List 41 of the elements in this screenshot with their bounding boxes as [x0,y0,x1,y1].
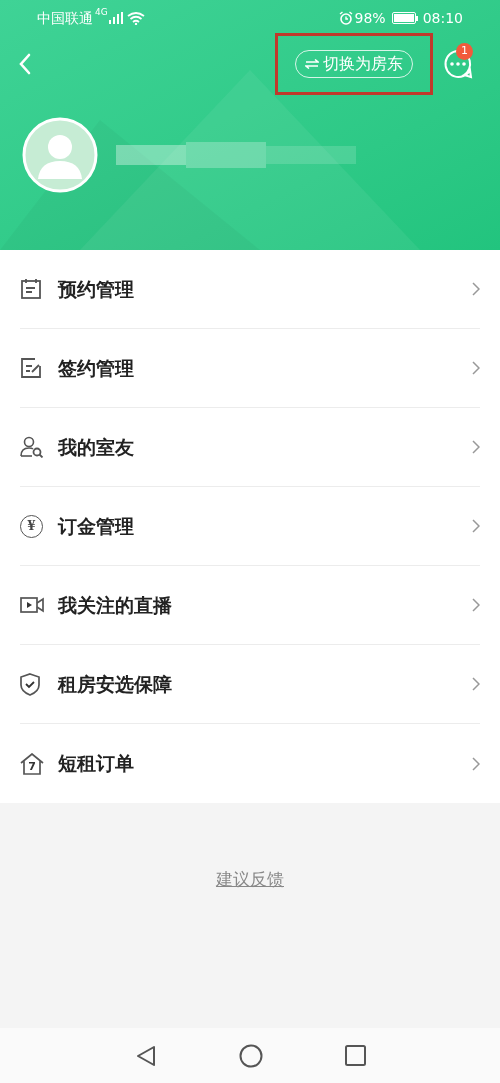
menu-label: 我的室友 [58,434,134,460]
shield-check-icon [20,672,40,696]
alarm-icon [338,11,353,25]
unread-badge: 1 [456,42,473,60]
avatar-icon [22,117,98,193]
carrier-name: 中国联通 [37,8,93,28]
battery-icon [391,12,418,24]
menu-item[interactable]: 7 短租订单 [20,724,480,803]
swap-icon [305,58,319,69]
edit-document-icon [20,357,42,379]
video-camera-icon [20,596,45,614]
network-type: 4G [95,8,108,17]
menu-item[interactable]: 我关注的直播 [20,566,480,645]
menu-label: 我关注的直播 [58,592,172,618]
chevron-right-icon [472,519,480,533]
recents-square-icon[interactable] [344,1045,366,1066]
menu-item[interactable]: 我的室友 [20,408,480,487]
chevron-right-icon [472,440,480,454]
signal-icon [108,12,123,24]
calendar-icon [20,278,42,300]
menu-item[interactable]: ¥ 订金管理 [20,487,480,566]
clock-time: 08:10 [422,8,463,28]
message-icon[interactable] [443,48,473,79]
chevron-right-icon [472,361,480,375]
chevron-right-icon [472,756,480,771]
menu-label: 签约管理 [58,355,134,381]
menu-label: 短租订单 [58,751,134,777]
wifi-icon [126,11,145,25]
menu-item[interactable]: 签约管理 [20,329,480,408]
chevron-right-icon [472,598,480,612]
menu-item[interactable]: 租房安选保障 [20,645,480,724]
back-triangle-icon[interactable] [134,1044,157,1067]
home-circle-icon[interactable] [238,1043,263,1068]
battery-percent: 98% [354,8,386,28]
menu-label: 租房安选保障 [58,671,172,697]
menu-label: 预约管理 [58,276,134,302]
chevron-right-icon [472,282,480,296]
chevron-right-icon [472,677,480,691]
menu-item[interactable]: 预约管理 [20,250,480,329]
person-search-icon [20,436,44,458]
menu-label: 订金管理 [58,513,134,539]
